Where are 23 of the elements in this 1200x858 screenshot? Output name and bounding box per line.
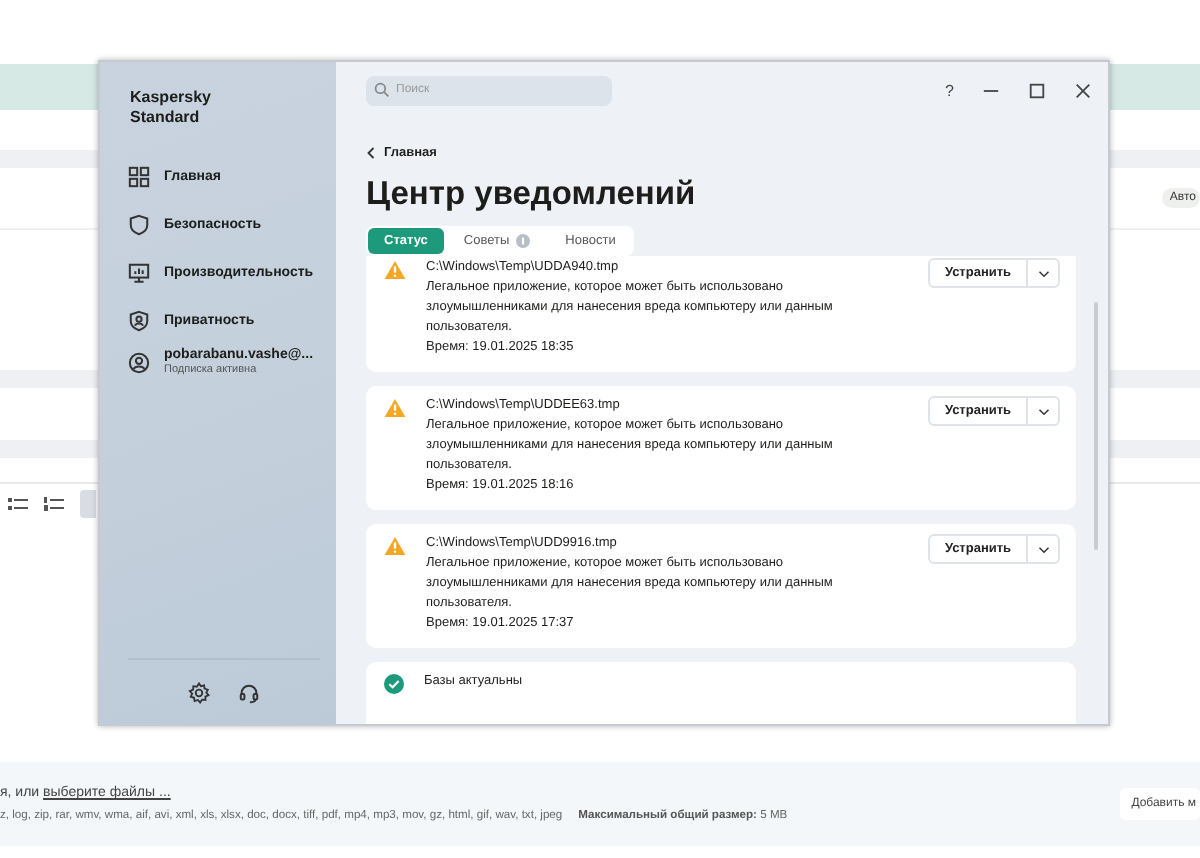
user-icon[interactable] (128, 351, 150, 373)
chevron-down-icon (1037, 407, 1049, 415)
support-headset-icon[interactable] (238, 682, 260, 704)
scrollbar[interactable] (1094, 302, 1098, 550)
warning-icon (384, 398, 406, 418)
privacy-shield-icon (128, 309, 150, 331)
settings-icon[interactable] (188, 682, 210, 704)
chevron-down-icon (1037, 269, 1049, 277)
maximize-icon[interactable] (1028, 81, 1046, 99)
page-heading: Центр уведомлений (366, 174, 698, 214)
search-icon (374, 82, 390, 98)
check-circle-icon (384, 674, 404, 694)
numbered-list-icon[interactable] (44, 496, 64, 512)
bullet-list-icon[interactable] (8, 496, 28, 512)
chevron-down-icon (1037, 545, 1049, 553)
help-button[interactable]: ? (945, 81, 954, 99)
grid-icon (128, 165, 150, 187)
shield-icon (128, 213, 150, 235)
warning-icon (384, 536, 406, 556)
chevron-left-icon (366, 146, 376, 160)
app-name: Kaspersky Standard (130, 88, 213, 128)
close-icon[interactable] (1074, 81, 1092, 99)
monitor-icon (128, 261, 150, 283)
